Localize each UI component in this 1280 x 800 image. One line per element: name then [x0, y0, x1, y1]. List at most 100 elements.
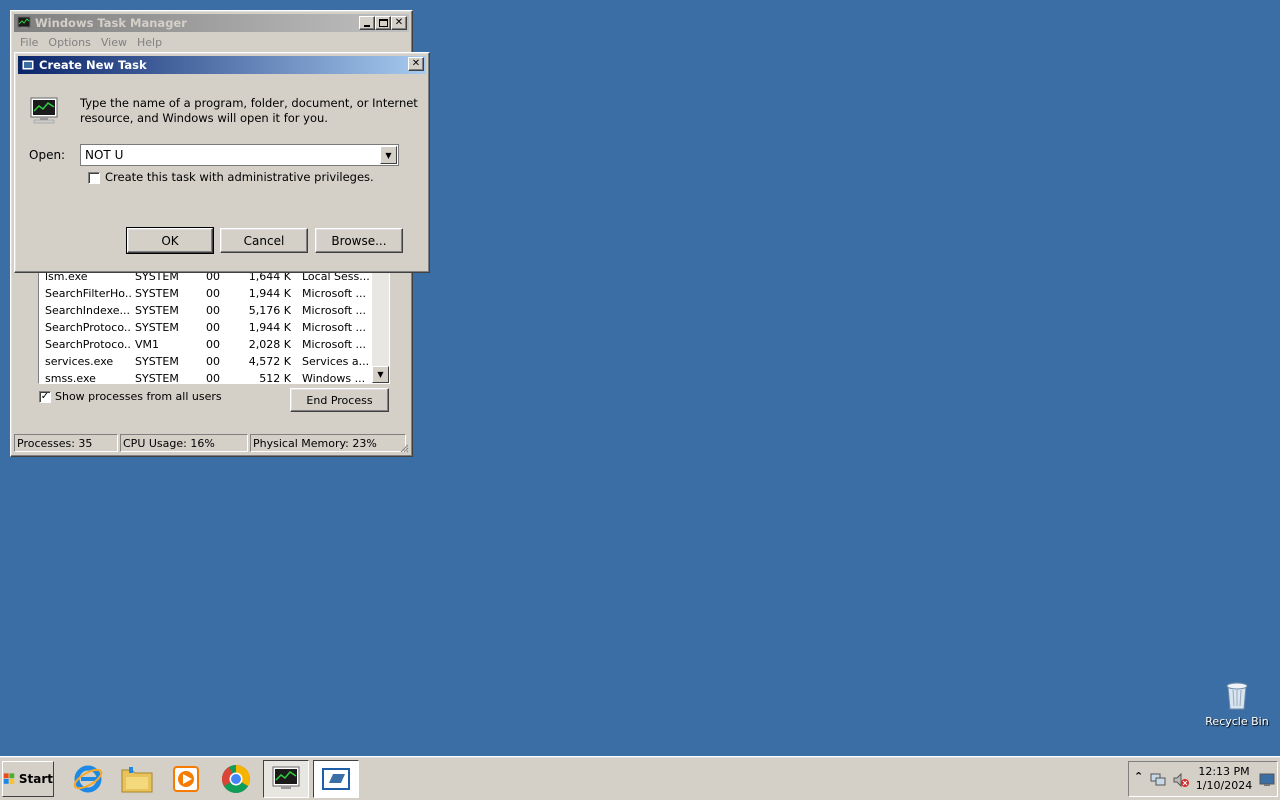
end-process-button[interactable]: End Process	[290, 388, 389, 412]
description-line: Type the name of a program, folder, docu…	[80, 96, 418, 110]
process-name: SearchFilterHo...	[45, 287, 131, 300]
taskbar-media-player[interactable]	[163, 760, 209, 798]
minimize-button[interactable]	[359, 16, 375, 30]
show-desktop-icon[interactable]	[1259, 773, 1275, 787]
down-arrow-icon: ▼	[377, 370, 384, 379]
taskbar-create-task[interactable]	[313, 760, 359, 798]
create-task-dialog: Create New Task ✕ Type the name of a pro…	[14, 52, 430, 273]
process-cpu: 00	[206, 372, 220, 384]
show-all-users-checkbox[interactable]: ✓	[39, 391, 51, 403]
checkmark-icon: ✓	[40, 391, 50, 402]
process-mem: 4,572 K	[248, 355, 291, 368]
status-processes: Processes: 35	[14, 434, 118, 452]
create-task-titlebar[interactable]: Create New Task ✕	[18, 56, 426, 74]
table-row[interactable]: services.exe SYSTEM 00 4,572 K Services …	[39, 353, 371, 370]
menu-file[interactable]: File	[15, 34, 43, 51]
process-name: SearchIndexe...	[45, 304, 130, 317]
taskbar-task-manager[interactable]	[263, 760, 309, 798]
internet-explorer-icon	[73, 765, 103, 793]
cancel-button[interactable]: Cancel	[220, 228, 308, 253]
resize-grip-icon[interactable]	[399, 443, 409, 453]
process-name: SearchProtoco...	[45, 321, 131, 334]
process-user: SYSTEM	[135, 287, 179, 300]
process-desc: Microsoft ...	[302, 321, 367, 334]
process-name: services.exe	[45, 355, 114, 368]
task-manager-icon	[17, 16, 31, 29]
volume-muted-icon[interactable]	[1172, 772, 1190, 788]
chevron-down-icon: ▼	[385, 150, 392, 160]
process-cpu: 00	[206, 321, 220, 334]
create-task-description: Type the name of a program, folder, docu…	[80, 96, 418, 126]
taskbar: Start ⌃ 12:13 PM 1/10/2024	[0, 756, 1280, 800]
network-icon[interactable]	[1149, 772, 1167, 788]
chrome-icon	[222, 765, 250, 793]
process-cpu: 00	[206, 338, 220, 351]
menu-view[interactable]: View	[96, 34, 132, 51]
maximize-button[interactable]	[375, 16, 391, 30]
process-mem: 1,944 K	[248, 287, 291, 300]
status-cpu: CPU Usage: 16%	[120, 434, 248, 452]
open-input[interactable]	[81, 146, 377, 164]
run-icon	[21, 59, 35, 71]
create-task-title: Create New Task	[39, 58, 147, 72]
minimize-icon	[364, 25, 370, 27]
admin-privileges-label: Create this task with administrative pri…	[105, 170, 374, 184]
create-task-icon	[322, 768, 350, 790]
process-desc: Services a...	[302, 355, 370, 368]
process-user: SYSTEM	[135, 372, 179, 384]
open-label: Open:	[29, 148, 66, 162]
process-name: SearchProtoco...	[45, 338, 131, 351]
process-user: SYSTEM	[135, 321, 179, 334]
start-button[interactable]: Start	[2, 761, 54, 797]
recycle-bin-shortcut[interactable]: Recycle Bin	[1200, 676, 1274, 732]
maximize-icon	[378, 19, 388, 27]
description-line: resource, and Windows will open it for y…	[80, 111, 328, 125]
start-label: Start	[18, 772, 53, 786]
show-all-users-label: Show processes from all users	[55, 390, 222, 403]
table-row[interactable]: SearchProtoco... VM1 00 2,028 K Microsof…	[39, 336, 371, 353]
open-dropdown-button[interactable]: ▼	[380, 146, 397, 164]
open-combobox[interactable]: ▼	[80, 144, 399, 166]
process-list[interactable]: lsm.exe SYSTEM 00 1,644 K Local Sess... …	[38, 265, 390, 384]
system-tray: ⌃ 12:13 PM 1/10/2024	[1128, 761, 1278, 797]
taskbar-windows-explorer[interactable]	[114, 760, 160, 798]
close-icon: ✕	[411, 58, 421, 69]
table-row[interactable]: SearchProtoco... SYSTEM 00 1,944 K Micro…	[39, 319, 371, 336]
process-mem: 5,176 K	[248, 304, 291, 317]
windows-logo-icon	[3, 773, 15, 784]
process-user: VM1	[135, 338, 160, 351]
admin-privileges-checkbox[interactable]	[88, 172, 100, 184]
clock-time: 12:13 PM	[1198, 765, 1250, 778]
process-cpu: 00	[206, 287, 220, 300]
close-button[interactable]: ✕	[391, 16, 407, 30]
task-manager-titlebar[interactable]: Windows Task Manager ✕	[14, 14, 409, 32]
table-row[interactable]: SearchIndexe... SYSTEM 00 5,176 K Micros…	[39, 302, 371, 319]
process-mem: 512 K	[259, 372, 291, 384]
taskbar-chrome[interactable]	[213, 760, 259, 798]
menu-bar: File Options View Help	[15, 34, 167, 51]
show-hidden-icons-icon[interactable]: ⌃	[1134, 770, 1143, 783]
dialog-close-button[interactable]: ✕	[408, 57, 424, 71]
status-memory: Physical Memory: 23%	[250, 434, 406, 452]
clock-date: 1/10/2024	[1195, 779, 1253, 792]
ok-button[interactable]: OK	[126, 227, 214, 254]
status-bar: Processes: 35 CPU Usage: 16% Physical Me…	[14, 434, 409, 452]
process-desc: Microsoft ...	[302, 287, 367, 300]
process-user: SYSTEM	[135, 304, 179, 317]
recycle-bin-label: Recycle Bin	[1205, 715, 1269, 728]
process-name: smss.exe	[45, 372, 96, 384]
menu-options[interactable]: Options	[43, 34, 95, 51]
taskbar-internet-explorer[interactable]	[65, 760, 111, 798]
task-manager-title: Windows Task Manager	[35, 16, 187, 30]
browse-button[interactable]: Browse...	[315, 228, 403, 253]
table-row[interactable]: smss.exe SYSTEM 00 512 K Windows ...	[39, 370, 371, 384]
process-user: SYSTEM	[135, 355, 179, 368]
recycle-bin-icon	[1226, 682, 1248, 710]
clock[interactable]: 12:13 PM 1/10/2024	[1193, 765, 1255, 793]
menu-help[interactable]: Help	[132, 34, 167, 51]
scroll-down-button[interactable]: ▼	[372, 366, 389, 383]
table-row[interactable]: SearchFilterHo... SYSTEM 00 1,944 K Micr…	[39, 285, 371, 302]
process-cpu: 00	[206, 304, 220, 317]
process-list-scrollbar[interactable]: ▼	[372, 266, 389, 383]
process-cpu: 00	[206, 355, 220, 368]
